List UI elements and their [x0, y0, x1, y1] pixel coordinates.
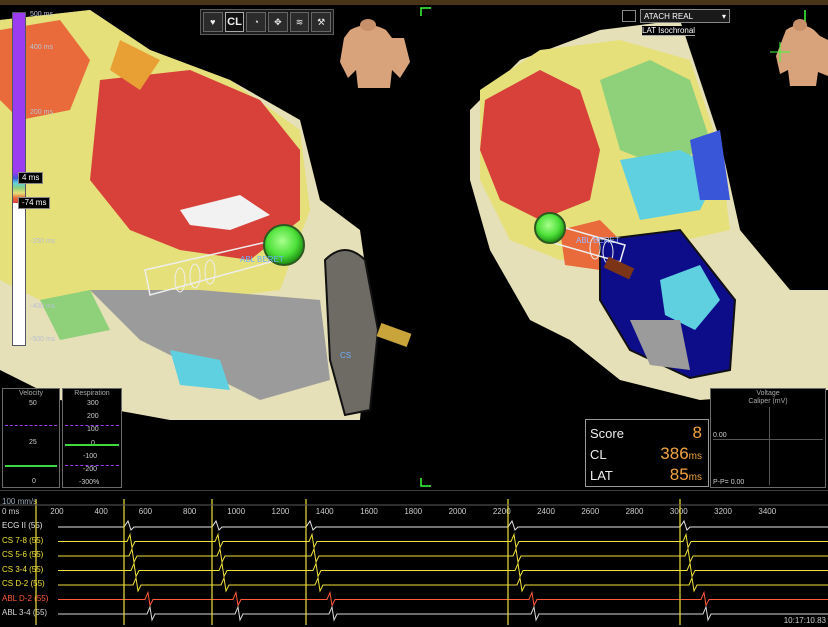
respiration-tick: -100: [83, 453, 98, 460]
respiration-tick: 200: [87, 413, 99, 420]
score-panel: Score 8 CL 386ms LAT 85ms: [585, 419, 709, 487]
velocity-level: [5, 465, 57, 467]
channel-trace: [58, 590, 828, 608]
respiration-tick: -200: [83, 466, 98, 473]
velocity-tick: 0: [32, 478, 36, 485]
orientation-torso-right[interactable]: [770, 19, 828, 86]
map-mode-label: LAT Isochronal: [642, 26, 696, 36]
chevron-down-icon: ▾: [721, 11, 726, 21]
respiration-tick: -300%: [79, 479, 100, 486]
map-select-dropdown[interactable]: ATACH REAL ▾: [640, 9, 730, 23]
respiration-title: Respiration: [74, 390, 110, 397]
voltage-caliper-panel[interactable]: Voltage Caliper (mV) 0.00 P-P= 0.00: [710, 388, 826, 488]
lat-value: 85: [669, 465, 689, 484]
scale-label-minus400: -400 ms: [30, 303, 56, 310]
score-value: 8: [692, 423, 702, 442]
channel-trace: [58, 519, 828, 531]
egm-signal-strip[interactable]: 100 mm/s 0 ms 200 400 600 800 1000 1200 1400 160…: [0, 490, 828, 627]
scale-label-400: 400 ms: [30, 44, 53, 51]
waveform-icon[interactable]: ≋: [289, 12, 310, 32]
view-icon[interactable]: [622, 10, 636, 22]
cl-label: CL: [590, 447, 607, 462]
egm-waveforms[interactable]: [0, 491, 828, 627]
right-anatomy-map[interactable]: [470, 20, 828, 400]
voltage-title: Voltage Caliper (mV): [748, 390, 788, 405]
channel-trace: [58, 561, 828, 579]
map-select-value: ATACH REAL: [644, 11, 694, 21]
cs-catheter-label: CS: [340, 351, 351, 360]
scale-marker-lower[interactable]: -74 ms: [18, 197, 51, 209]
scale-marker-upper[interactable]: 4 ms: [18, 172, 44, 184]
respiration-panel[interactable]: Respiration 300 200 100 0 -100 -200 -300…: [62, 388, 122, 488]
ecg-icon[interactable]: ♥: [203, 12, 223, 32]
respiration-tick: 300: [87, 400, 99, 407]
catheter-label-right: ABL BERET: [576, 236, 620, 245]
voltage-value: 0.00: [713, 432, 727, 439]
channel-trace: [58, 576, 828, 593]
electroanatomic-maps[interactable]: ABL BERET ABL BERET CS: [0, 0, 828, 490]
catheter-label-left: ABL BERET: [240, 255, 284, 264]
move-icon[interactable]: ✥: [268, 12, 288, 32]
scale-label-200: 200 ms: [30, 109, 53, 116]
tool-icon[interactable]: ⚒: [311, 12, 332, 32]
cl-value: 386: [660, 444, 689, 463]
lat-unit: ms: [688, 472, 702, 483]
velocity-tick: 50: [29, 400, 37, 407]
orientation-torso-left[interactable]: [340, 19, 410, 88]
timestamp: 10:17:10.83: [783, 616, 826, 625]
channel-trace: [58, 547, 828, 564]
scale-label-minus200: -200 ms: [30, 238, 56, 245]
respiration-tick: 100: [87, 426, 99, 433]
3d-map-viewport[interactable]: ABL BERET ABL BERET CS 500 ms 400 ms 200…: [0, 0, 828, 490]
gauge-icon[interactable]: ◔: [246, 12, 267, 32]
scale-label-500: 500 ms: [30, 11, 53, 18]
cl-unit: ms: [688, 451, 702, 462]
velocity-tick: 25: [29, 439, 37, 446]
respiration-level: [65, 444, 119, 446]
channel-trace: [58, 532, 828, 550]
score-label: Score: [590, 426, 624, 441]
voltage-pp: P-P= 0.00: [713, 479, 745, 486]
catheter-tip-marker-right: [534, 212, 566, 244]
channel-trace: [58, 605, 828, 622]
velocity-title: Velocity: [18, 390, 44, 397]
velocity-panel[interactable]: Velocity 50 25 0: [2, 388, 60, 488]
map-toolbar: ♥ CL ◔ ✥ ≋ ⚒: [200, 9, 334, 35]
lat-label: LAT: [590, 468, 613, 483]
scale-label-minus500: -500 ms: [30, 336, 56, 343]
cl-button[interactable]: CL: [224, 12, 245, 32]
